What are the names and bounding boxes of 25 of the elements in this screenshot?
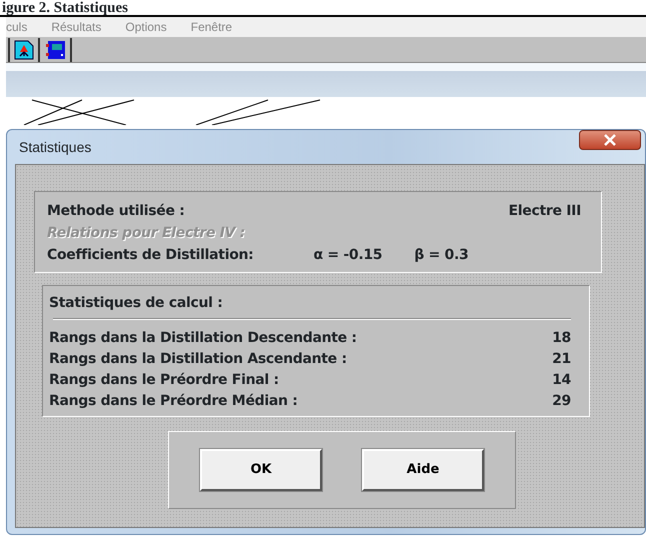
menu-item[interactable]: Fenêtre <box>190 18 232 36</box>
dialog-title: Statistiques <box>19 138 92 157</box>
statistic-value: 18 <box>552 329 571 348</box>
dialog-button[interactable]: OK <box>200 449 322 491</box>
method-value: Electre III <box>508 202 581 220</box>
statistic-label: Rangs dans la Distillation Descendante : <box>49 329 357 348</box>
statistic-label: Rangs dans le Préordre Final : <box>49 371 279 390</box>
beta-value: β = 0.3 <box>414 246 468 264</box>
statistics-heading: Statistiques de calcul : <box>49 294 224 312</box>
close-icon <box>603 134 617 146</box>
toolbar-button[interactable] <box>8 38 40 62</box>
statistic-value: 21 <box>552 350 571 369</box>
coefficients-label: Coefficients de Distillation: <box>47 246 254 264</box>
menu-item[interactable]: Options <box>125 18 167 36</box>
dialog-button[interactable]: Aide <box>362 449 484 491</box>
statistic-label: Rangs dans le Préordre Médian : <box>49 392 298 411</box>
close-button[interactable] <box>579 130 641 150</box>
menu-item[interactable]: Résultats <box>51 18 102 36</box>
statistic-label: Rangs dans la Distillation Ascendante : <box>49 350 347 369</box>
menu-item[interactable]: culs <box>6 18 28 36</box>
relations-label: Relations pour Electre IV : <box>47 224 246 242</box>
alpha-value: α = -0.15 <box>313 246 382 264</box>
method-label: Methode utilisée : <box>47 202 185 220</box>
statistic-value: 14 <box>552 371 571 390</box>
statistic-value: 29 <box>552 392 571 411</box>
